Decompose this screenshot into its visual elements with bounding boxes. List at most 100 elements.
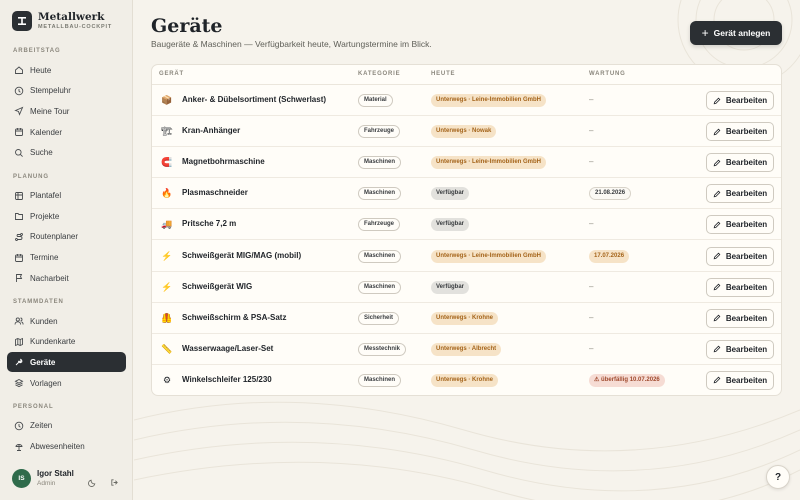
route-icon xyxy=(14,232,24,242)
maintenance-value: – xyxy=(589,343,594,353)
table-row[interactable]: 🚚 Pritsche 7,2 m Fahrzeuge Verfügbar – Bearbe… xyxy=(152,209,781,241)
add-device-label: Gerät anlegen xyxy=(713,28,771,38)
sidebar-item-kundenkarte[interactable]: Kundenkarte xyxy=(7,332,126,352)
sidebar-section-title: ARBEITSTAG xyxy=(13,48,61,54)
table-header: GERÄT KATEGORIE HEUTE WARTUNG xyxy=(152,65,781,85)
sidebar-item-geräte[interactable]: Geräte xyxy=(7,352,126,373)
column-header-device: GERÄT xyxy=(159,71,184,77)
sidebar-item-label: Kundenkarte xyxy=(30,337,76,347)
device-name: Pritsche 7,2 m xyxy=(182,219,237,229)
edit-button[interactable]: Bearbeiten xyxy=(706,277,774,297)
main-content: Geräte Baugeräte & Maschinen — Verfügbar… xyxy=(134,0,800,500)
status-badge: Unterwegs · Leine-Immobilien GmbH xyxy=(431,94,547,107)
brand-subtitle: METALLBAU-COCKPIT xyxy=(38,24,112,30)
sidebar-item-suche[interactable]: Suche xyxy=(7,143,126,163)
sidebar-item-nacharbeit[interactable]: Nacharbeit xyxy=(7,268,126,288)
category-badge: Maschinen xyxy=(358,373,402,387)
search-icon xyxy=(14,148,24,158)
sidebar-item-stempeluhr[interactable]: Stempeluhr xyxy=(7,81,126,101)
edit-button-label: Bearbeiten xyxy=(725,158,768,168)
sidebar-item-label: Abwesenheiten xyxy=(30,442,85,451)
sidebar-item-label: Suche xyxy=(30,148,53,158)
status-badge: Verfügbar xyxy=(431,218,470,232)
sidebar-item-abwesenheiten[interactable]: Abwesenheiten xyxy=(7,437,126,457)
status-badge: Unterwegs · Leine-Immobilien GmbH xyxy=(431,156,547,170)
table-row[interactable]: 📦 Anker- & Dübelsortiment (Schwerlast) Mat… xyxy=(152,85,781,116)
category-badge: Maschinen xyxy=(358,187,402,201)
table-row[interactable]: 📏 Wasserwaage/Laser-Set Messtechnik Unterwe… xyxy=(152,334,781,365)
folder-icon xyxy=(14,211,24,221)
edit-button[interactable]: Bearbeiten xyxy=(706,215,774,235)
page-title: Geräte xyxy=(151,15,223,37)
table-row[interactable]: 🧲 Magnetbohrmaschine Maschinen Unterwegs · … xyxy=(152,147,781,179)
help-button[interactable]: ? xyxy=(766,465,790,489)
sidebar-item-kunden[interactable]: Kunden xyxy=(7,311,126,331)
logout-icon[interactable] xyxy=(110,474,119,492)
layers-icon xyxy=(14,378,24,388)
sidebar-item-projekte[interactable]: Projekte xyxy=(7,206,126,226)
device-name: Plasmaschneider xyxy=(182,188,248,198)
edit-button-label: Bearbeiten xyxy=(725,127,768,137)
edit-button[interactable]: Bearbeiten xyxy=(706,122,774,142)
page-subtitle: Baugeräte & Maschinen — Verfügbarkeit he… xyxy=(151,39,432,49)
edit-button-label: Bearbeiten xyxy=(725,375,768,385)
device-icon: ⚡ xyxy=(161,250,173,261)
calendar-icon xyxy=(14,127,24,137)
table-row[interactable]: 🔥 Plasmaschneider Maschinen Verfügbar 21.08.… xyxy=(152,178,781,210)
sidebar-item-label: Kunden xyxy=(30,316,58,326)
maintenance-value: 21.08.2026 xyxy=(589,187,632,201)
add-device-button[interactable]: + Gerät anlegen xyxy=(690,21,782,45)
table-row[interactable]: ⚡ Schweißgerät WIG Maschinen Verfügbar – Bear… xyxy=(152,272,781,303)
edit-button-label: Bearbeiten xyxy=(725,251,768,261)
edit-button[interactable]: Bearbeiten xyxy=(706,246,774,266)
sidebar-item-plantafel[interactable]: Plantafel xyxy=(7,186,126,206)
sidebar-item-heute[interactable]: Heute xyxy=(7,60,126,80)
maintenance-value: 17.07.2026 xyxy=(589,249,630,263)
sidebar-item-label: Projekte xyxy=(30,211,60,221)
sidebar-item-label: Termine xyxy=(30,253,59,263)
category-badge: Fahrzeuge xyxy=(358,125,401,139)
sidebar-section-title: PERSONAL xyxy=(13,403,54,410)
table-row[interactable]: ⚙ Winkelschleifer 125/230 Maschinen Unterwe… xyxy=(152,365,781,395)
sidebar-item-termine[interactable]: Termine xyxy=(7,248,126,268)
brand[interactable]: Metallwerk METALLBAU-COCKPIT xyxy=(12,11,112,31)
maintenance-value: – xyxy=(589,126,594,136)
device-icon: 🧲 xyxy=(161,157,173,168)
sidebar-item-label: Kalender xyxy=(30,127,63,137)
sidebar-item-label: Vorlagen xyxy=(30,378,62,388)
category-badge: Maschinen xyxy=(358,280,402,294)
avatar[interactable]: IS xyxy=(12,469,31,488)
status-badge: Unterwegs · Krohne xyxy=(431,373,499,387)
table-row[interactable]: ⚡ Schweißgerät MIG/MAG (mobil) Maschinen Un… xyxy=(152,241,781,272)
edit-button[interactable]: Bearbeiten xyxy=(706,153,774,173)
edit-button-label: Bearbeiten xyxy=(725,189,768,199)
sidebar-item-kalender[interactable]: Kalender xyxy=(7,122,126,142)
sidebar-item-zeiten[interactable]: Zeiten xyxy=(7,416,126,436)
device-name: Kran-Anhänger xyxy=(182,126,241,136)
pencil-icon xyxy=(713,190,721,198)
map-icon xyxy=(14,337,24,347)
user-name: Igor Stahl xyxy=(37,469,74,478)
maintenance-value: – xyxy=(589,95,594,104)
moon-icon[interactable] xyxy=(88,474,97,492)
edit-button[interactable]: Bearbeiten xyxy=(706,339,774,359)
device-name: Schweißgerät MIG/MAG (mobil) xyxy=(182,250,302,260)
sidebar-section-title: PLANUNG xyxy=(13,173,49,180)
device-icon: ⚡ xyxy=(161,281,173,292)
sidebar-item-meine-tour[interactable]: Meine Tour xyxy=(7,101,126,121)
pencil-icon xyxy=(713,128,721,136)
edit-button[interactable]: Bearbeiten xyxy=(706,370,774,390)
table-row[interactable]: 🦺 Schweißschirm & PSA-Satz Sicherheit Unter… xyxy=(152,303,781,334)
edit-button[interactable]: Bearbeiten xyxy=(706,184,774,204)
sidebar-item-vorlagen[interactable]: Vorlagen xyxy=(7,373,126,393)
sidebar-item-label: Nacharbeit xyxy=(30,273,69,283)
table-row[interactable]: 🏗 Kran-Anhänger Fahrzeuge Unterwegs · Nowak… xyxy=(152,116,781,148)
sidebar-item-routenplaner[interactable]: Routenplaner xyxy=(7,227,126,247)
edit-button-label: Bearbeiten xyxy=(725,344,768,354)
edit-button-label: Bearbeiten xyxy=(725,96,768,105)
sidebar-item-label: Geräte xyxy=(30,357,56,367)
maintenance-value: – xyxy=(589,281,594,291)
status-badge: Unterwegs · Nowak xyxy=(431,125,497,139)
edit-button[interactable]: Bearbeiten xyxy=(706,91,774,110)
edit-button[interactable]: Bearbeiten xyxy=(706,308,774,328)
